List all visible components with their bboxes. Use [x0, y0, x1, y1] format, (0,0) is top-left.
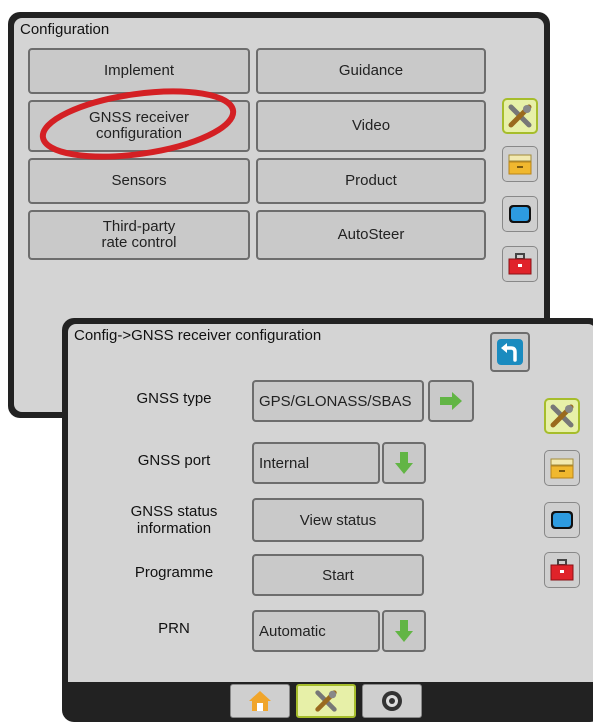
third-party-rate-control-button[interactable]: Third-party rate control	[28, 210, 250, 260]
view-status-button[interactable]: View status	[252, 498, 424, 542]
gauge-icon	[382, 691, 402, 711]
gnss-type-next-button[interactable]	[428, 380, 474, 422]
drawer-tab[interactable]	[544, 450, 580, 486]
highlight-circle	[39, 88, 237, 160]
prn-dropdown-button[interactable]	[382, 610, 426, 652]
tools-bottom-tab[interactable]	[296, 684, 356, 718]
gnss-type-label: GNSS type	[136, 390, 212, 407]
page-title: Configuration	[20, 21, 110, 38]
screen-icon	[509, 205, 531, 223]
gnss-type-field[interactable]: GPS/GLONASS/SBAS	[252, 380, 424, 422]
gauge-tab[interactable]	[362, 684, 422, 718]
arrow-down-icon	[395, 452, 413, 474]
programme-start-button[interactable]: Start	[252, 554, 424, 596]
screen-icon	[551, 511, 573, 529]
prn-label: PRN	[158, 620, 190, 637]
arrow-right-icon	[440, 392, 462, 410]
tools-icon	[315, 690, 337, 712]
programme-label: Programme	[134, 564, 214, 581]
gnss-status-information-label: GNSS status information	[130, 503, 218, 537]
gnss-configuration-panel: Config->GNSS receiver configuration GNSS…	[68, 324, 538, 682]
home-tab[interactable]	[230, 684, 290, 718]
guidance-button[interactable]: Guidance	[256, 48, 486, 94]
tools-tab[interactable]	[502, 98, 538, 134]
gnss-port-label: GNSS port	[137, 452, 211, 469]
prn-field[interactable]: Automatic	[252, 610, 380, 652]
arrow-down-icon	[395, 620, 413, 642]
tools-tab[interactable]	[544, 398, 580, 434]
screen-tab[interactable]	[502, 196, 538, 232]
home-icon	[249, 691, 271, 711]
gnss-port-field[interactable]: Internal	[252, 442, 380, 484]
back-button[interactable]	[490, 332, 530, 372]
tools-icon	[550, 404, 574, 428]
video-button[interactable]: Video	[256, 100, 486, 152]
toolbox-icon	[508, 253, 532, 275]
side-tab-column	[538, 324, 593, 682]
page-title: Config->GNSS receiver configuration	[74, 327, 322, 344]
autosteer-button[interactable]: AutoSteer	[256, 210, 486, 260]
screen-tab[interactable]	[544, 502, 580, 538]
sensors-button[interactable]: Sensors	[28, 158, 250, 204]
product-button[interactable]: Product	[256, 158, 486, 204]
gnss-port-dropdown-button[interactable]	[382, 442, 426, 484]
drawer-icon	[508, 154, 532, 175]
gnss-configuration-screen: Config->GNSS receiver configuration GNSS…	[62, 318, 593, 722]
drawer-icon	[550, 458, 574, 479]
toolbox-tab[interactable]	[544, 552, 580, 588]
tools-icon	[508, 104, 532, 128]
toolbox-tab[interactable]	[502, 246, 538, 282]
toolbox-icon	[550, 559, 574, 581]
back-arrow-icon	[497, 339, 523, 365]
drawer-tab[interactable]	[502, 146, 538, 182]
